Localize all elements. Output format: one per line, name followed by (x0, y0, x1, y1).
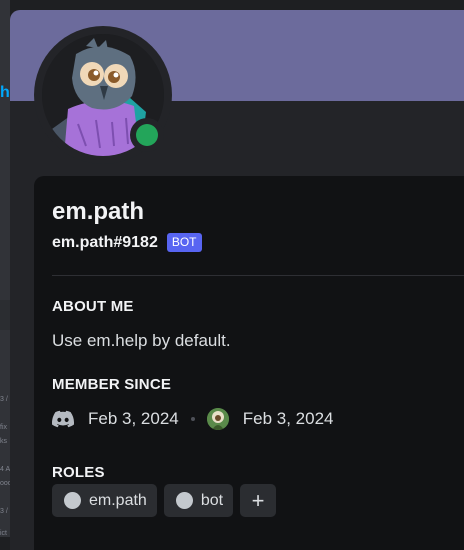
role-pill-em-path[interactable]: em.path (52, 484, 157, 517)
add-role-button[interactable]: + (240, 484, 277, 517)
about-me-heading: ABOUT ME (52, 298, 134, 315)
display-name: em.path (52, 198, 145, 225)
bot-badge: BOT (166, 233, 202, 252)
role-pill-bot[interactable]: bot (163, 484, 234, 517)
separator-dot (190, 417, 195, 421)
online-status-icon (136, 124, 158, 146)
member-since-heading: MEMBER SINCE (52, 376, 172, 393)
roles-heading: ROLES (52, 464, 105, 481)
server-avatar-image (206, 408, 229, 430)
background-text-fragment: ks (0, 438, 7, 445)
background-text-fragment: 3 / (0, 508, 8, 515)
member-since-row: Feb 3, 2024 Feb 3, 2024 (52, 408, 334, 430)
background-text-fragment: 4 A (0, 466, 11, 473)
roles-list: em.path bot + (52, 484, 277, 517)
username-tag[interactable]: em.path#9182 (52, 234, 158, 252)
user-profile-popout: em.path em.path#9182 BOT ABOUT ME Use em… (10, 10, 464, 550)
background-panel-segment (0, 300, 10, 330)
divider (52, 275, 464, 276)
profile-body: em.path em.path#9182 BOT ABOUT ME Use em… (34, 176, 464, 550)
role-label: bot (200, 491, 224, 509)
server-join-date: Feb 3, 2024 (242, 409, 334, 428)
plus-icon: + (251, 487, 265, 513)
role-label: em.path (89, 491, 147, 509)
status-indicator (130, 118, 164, 152)
discord-join-date: Feb 3, 2024 (88, 409, 179, 428)
discord-logo-icon[interactable] (52, 410, 74, 428)
username-row: em.path#9182 BOT (52, 233, 202, 252)
role-color-dot[interactable] (64, 492, 81, 509)
background-accent-text: h (0, 84, 10, 101)
about-me-text: Use em.help by default. (52, 331, 231, 350)
server-avatar-icon[interactable] (206, 408, 229, 430)
background-text-fragment: 3 / (0, 396, 8, 403)
background-text-fragment: fix (0, 424, 7, 431)
role-color-dot[interactable] (175, 492, 193, 509)
background-app-sliver: h 3 / fix ks 4 A ooo 3 / ict (0, 0, 12, 537)
avatar-frame[interactable] (34, 26, 172, 164)
